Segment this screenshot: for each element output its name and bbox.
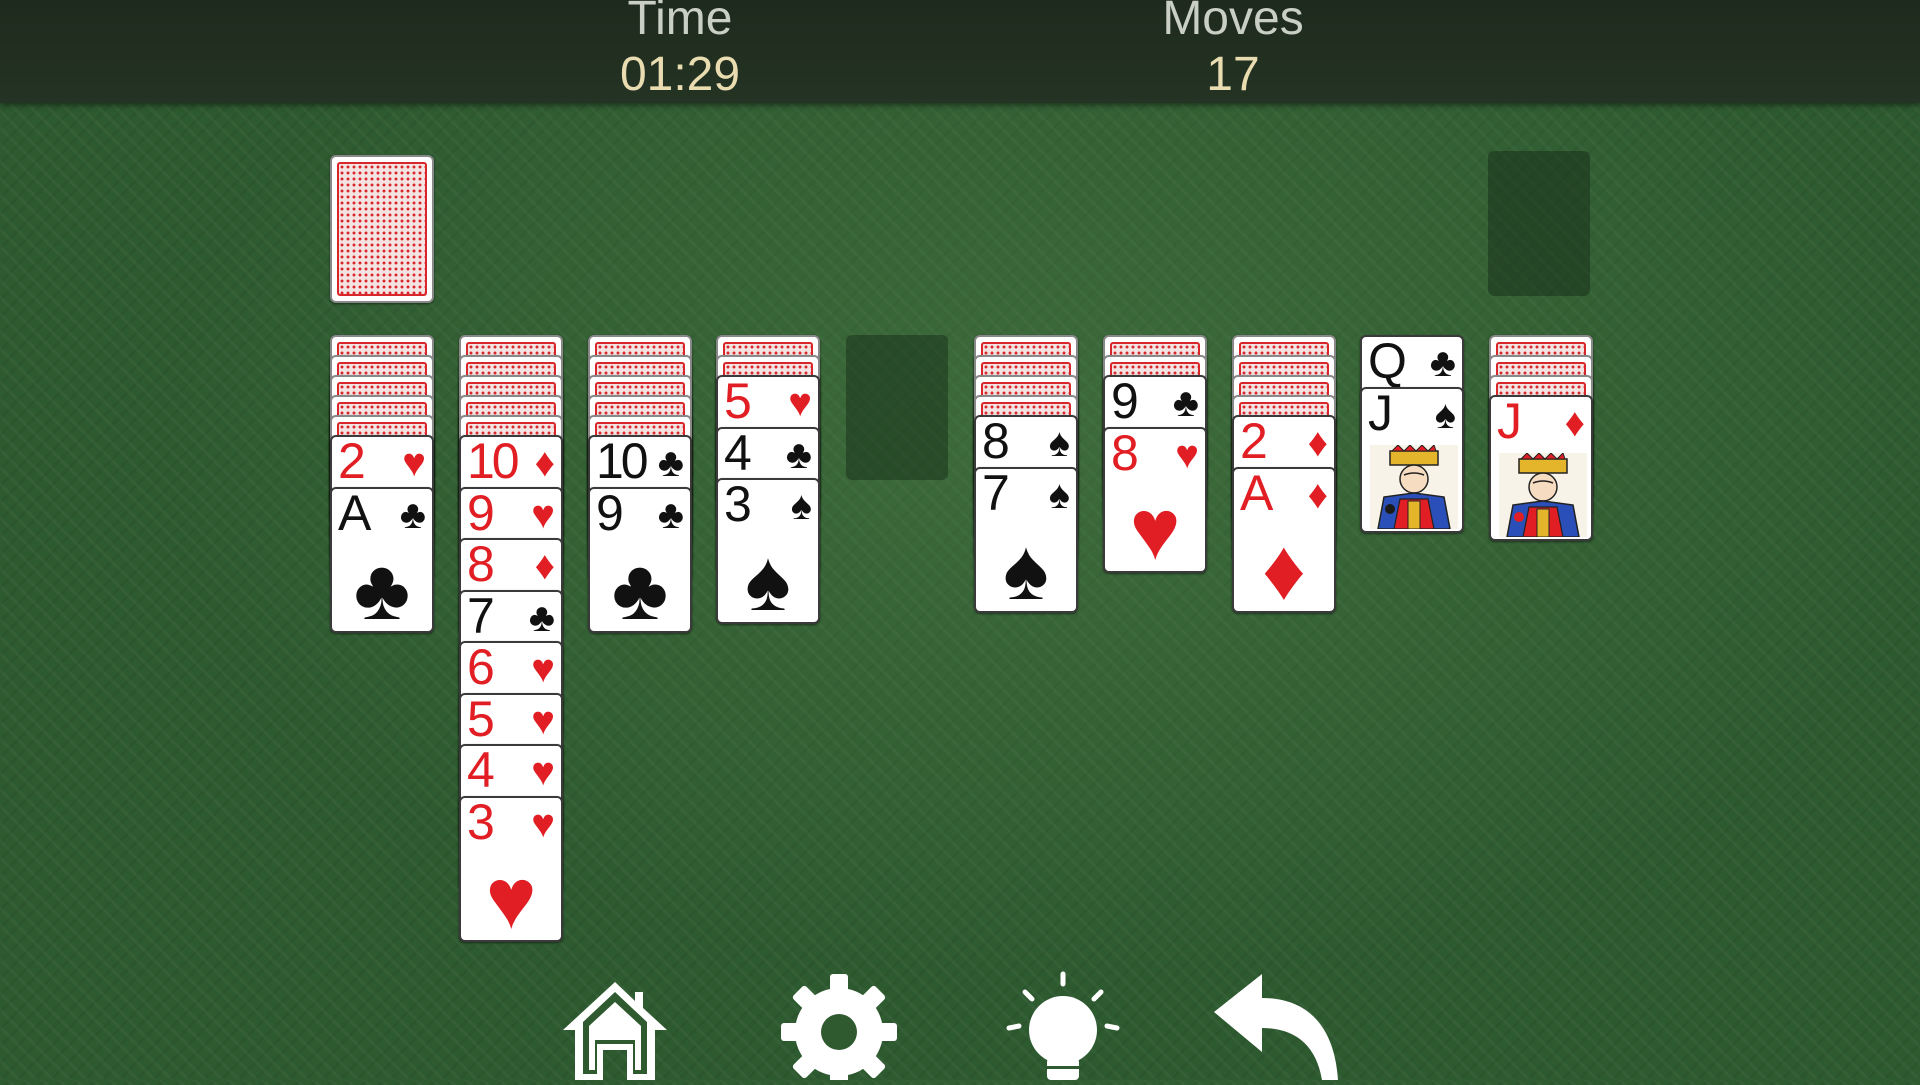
card-suit-icon: ♦ bbox=[534, 544, 555, 588]
card-rank: 5 bbox=[724, 375, 752, 429]
card-rank: A bbox=[1240, 466, 1273, 521]
card-rank: 9 bbox=[1111, 375, 1139, 429]
playing-card[interactable]: J ♠ bbox=[1360, 386, 1464, 533]
card-suit-icon: ♣ bbox=[785, 432, 812, 477]
home-button[interactable] bbox=[555, 970, 675, 1080]
card-rank: 10 bbox=[467, 435, 520, 489]
playing-card[interactable]: 9 ♣ ♣ bbox=[588, 486, 692, 633]
card-suit-icon: ♣ bbox=[399, 492, 426, 537]
card-rank: 8 bbox=[982, 415, 1010, 469]
playing-card[interactable]: J ♦ bbox=[1489, 395, 1593, 541]
card-rank: 6 bbox=[467, 641, 495, 695]
undo-button[interactable] bbox=[1210, 970, 1340, 1080]
card-center-suit-icon: ♥ bbox=[1129, 481, 1181, 573]
playing-card[interactable]: 8 ♥ ♥ bbox=[1103, 426, 1207, 573]
settings-button[interactable] bbox=[779, 970, 899, 1085]
card-suit-icon: ♥ bbox=[531, 750, 555, 794]
card-suit-icon: ♣ bbox=[528, 595, 555, 640]
time-label: Time bbox=[627, 0, 733, 45]
hint-button[interactable] bbox=[1003, 970, 1123, 1080]
playing-card[interactable]: A ♣ ♣ bbox=[330, 486, 434, 633]
card-rank: 2 bbox=[338, 435, 366, 489]
card-suit-icon: ♥ bbox=[788, 381, 812, 425]
time-stat: Time 01:29 bbox=[550, 0, 810, 102]
card-rank: 8 bbox=[467, 538, 495, 592]
card-suit-icon: ♦ bbox=[534, 441, 555, 485]
card-back bbox=[337, 162, 427, 296]
card-rank: Q bbox=[1368, 335, 1407, 389]
card-rank: 10 bbox=[596, 435, 649, 489]
card-rank: J bbox=[1497, 395, 1522, 449]
card-suit-icon: ♠ bbox=[790, 484, 812, 528]
card-rank: 4 bbox=[724, 426, 752, 481]
time-value: 01:29 bbox=[619, 48, 741, 101]
card-center-suit-icon: ♠ bbox=[745, 533, 791, 624]
moves-label: Moves bbox=[1162, 0, 1304, 45]
card-suit-icon: ♠ bbox=[1048, 472, 1070, 517]
card-suit-icon: ♥ bbox=[1175, 432, 1199, 477]
playing-card[interactable]: 3 ♠ ♠ bbox=[716, 478, 820, 624]
card-rank: 3 bbox=[724, 478, 752, 532]
card-suit-icon: ♣ bbox=[1429, 341, 1456, 385]
card-rank: 3 bbox=[467, 795, 495, 850]
card-center-suit-icon: ♣ bbox=[611, 541, 669, 633]
card-suit-icon: ♥ bbox=[531, 801, 555, 846]
stock-pile[interactable] bbox=[330, 155, 434, 303]
card-suit-icon: ♥ bbox=[402, 441, 426, 485]
hint-lightbulb-icon bbox=[1006, 971, 1120, 1080]
empty-tableau-slot[interactable] bbox=[846, 335, 948, 480]
home-icon bbox=[563, 982, 667, 1080]
card-suit-icon: ♥ bbox=[531, 647, 555, 691]
card-suit-icon: ♣ bbox=[657, 492, 684, 537]
card-rank: J bbox=[1368, 386, 1393, 441]
card-rank: A bbox=[338, 486, 371, 541]
card-suit-icon: ♠ bbox=[1048, 421, 1070, 465]
card-suit-icon: ♥ bbox=[531, 698, 555, 743]
card-rank: 9 bbox=[596, 486, 624, 541]
card-center-suit-icon: ♣ bbox=[353, 541, 411, 633]
card-suit-icon: ♥ bbox=[531, 492, 555, 537]
card-suit-icon: ♣ bbox=[657, 441, 684, 485]
playing-card[interactable]: 3 ♥ ♥ bbox=[459, 795, 563, 942]
foundation-slot[interactable] bbox=[1488, 151, 1590, 296]
gear-icon bbox=[781, 974, 897, 1085]
court-card-art bbox=[1370, 443, 1458, 530]
card-rank: 4 bbox=[467, 744, 495, 798]
undo-arrow-icon bbox=[1214, 974, 1338, 1080]
card-center-suit-icon: ♦ bbox=[1262, 521, 1306, 613]
card-rank: 9 bbox=[467, 486, 495, 541]
card-suit-icon: ♦ bbox=[1307, 421, 1328, 465]
card-suit-icon: ♦ bbox=[1307, 472, 1328, 517]
card-suit-icon: ♠ bbox=[1434, 392, 1456, 437]
card-suit-icon: ♦ bbox=[1564, 401, 1585, 445]
card-suit-icon: ♣ bbox=[1172, 381, 1199, 425]
card-rank: 7 bbox=[467, 589, 495, 644]
card-rank: 2 bbox=[1240, 415, 1268, 469]
court-card-art bbox=[1499, 452, 1587, 538]
card-center-suit-icon: ♠ bbox=[1003, 521, 1049, 613]
card-rank: 5 bbox=[467, 692, 495, 747]
card-rank: 8 bbox=[1111, 426, 1139, 481]
card-rank: 7 bbox=[982, 466, 1010, 521]
playing-card[interactable]: 7 ♠ ♠ bbox=[974, 466, 1078, 613]
moves-stat: Moves 17 bbox=[1103, 0, 1363, 102]
playing-card[interactable]: A ♦ ♦ bbox=[1232, 466, 1336, 613]
moves-value: 17 bbox=[1206, 48, 1260, 101]
card-center-suit-icon: ♥ bbox=[485, 850, 537, 942]
top-status-bar: Time 01:29 Moves 17 bbox=[0, 0, 1920, 103]
